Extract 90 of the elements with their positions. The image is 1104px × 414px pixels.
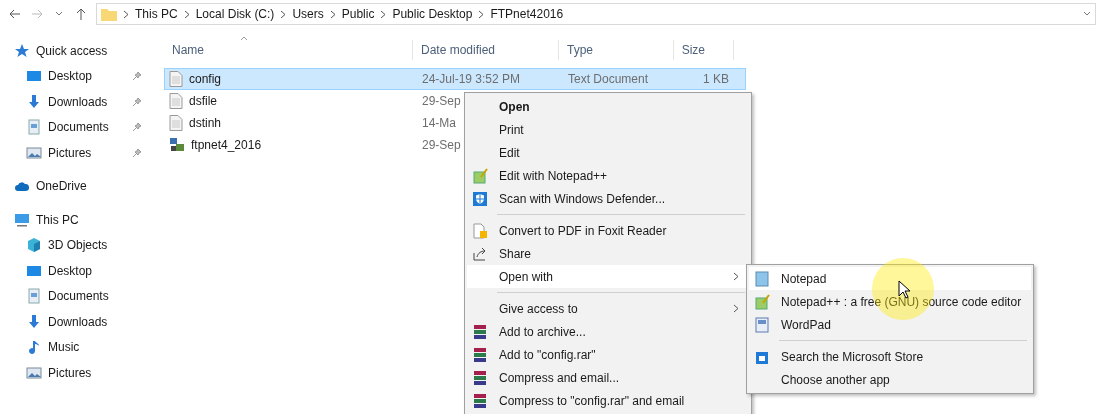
chevron-icon	[280, 9, 287, 19]
sidebar-item[interactable]: Documents	[0, 283, 150, 309]
notepad-icon	[754, 270, 770, 287]
file-row[interactable]: config 24-Jul-19 3:52 PM Text Document 1 KB	[164, 68, 746, 90]
type-cell-text: Text Document	[567, 72, 649, 86]
sidebar-item[interactable]: Desktop	[0, 63, 150, 89]
sidebar-item[interactable]: 3D Objects	[0, 232, 150, 258]
date-cell-text: 24-Jul-19 3:52 PM	[421, 72, 521, 86]
breadcrumb[interactable]: Local Disk (C:)	[195, 7, 275, 21]
computer-icon	[14, 211, 30, 228]
pictures-icon	[26, 144, 42, 161]
file-name: ftpnet4_2016	[165, 137, 262, 153]
menu-item[interactable]: Choose another app	[749, 368, 1031, 391]
wordpad-icon	[754, 316, 770, 333]
menu-item[interactable]: Compress to "config.rar" and email	[467, 389, 749, 412]
pdf-file-icon	[472, 222, 488, 239]
menu-item[interactable]: Print	[467, 118, 749, 141]
menu-item[interactable]: Notepad++ : a free (GNU) source code editor	[749, 290, 1031, 313]
menu-item[interactable]: Edit	[467, 141, 749, 164]
document-icon	[26, 119, 42, 136]
chevron-icon	[380, 9, 387, 19]
menu-item[interactable]: Compress and email...	[467, 366, 749, 389]
breadcrumb[interactable]: Public	[341, 7, 375, 21]
archive-books-icon	[472, 323, 488, 340]
breadcrumb[interactable]: FTPnet42016	[490, 7, 564, 21]
sort-caret-icon	[240, 36, 248, 41]
menu-item[interactable]: Edit with Notepad++	[467, 164, 749, 187]
column-header[interactable]: Size	[674, 40, 734, 60]
menu-item[interactable]: Add to "config.rar"	[467, 343, 749, 366]
file-name: dsfile	[165, 93, 217, 109]
date-cell-text: 14-Ma	[421, 116, 456, 130]
file-name: dstinh	[165, 115, 222, 131]
chevron-icon	[123, 9, 129, 19]
chevron-icon	[478, 9, 485, 19]
sidebar-item[interactable]: Downloads	[0, 309, 150, 335]
file-name: config	[165, 71, 222, 87]
sidebar-item[interactable]: Music	[0, 334, 150, 360]
column-header[interactable]: Type	[559, 40, 674, 60]
archive-books-icon	[472, 369, 488, 386]
date-cell-text: 29-Sep	[421, 138, 461, 152]
menu-item[interactable]: Open with	[467, 265, 749, 288]
sidebar-item[interactable]: Downloads	[0, 89, 150, 115]
up-arrow-icon[interactable]	[76, 8, 86, 20]
column-header[interactable]: Date modified	[413, 40, 559, 60]
pictures-icon	[26, 364, 42, 381]
music-note-icon	[26, 339, 42, 356]
text-file-icon	[169, 93, 183, 109]
notepad-plus-icon	[472, 167, 488, 184]
dropdown-caret-icon[interactable]	[1083, 11, 1091, 17]
notepad-plus-icon	[754, 293, 770, 310]
column-header[interactable]: Name	[164, 40, 413, 60]
sidebar-item[interactable]: Quick access	[0, 38, 150, 64]
network-app-icon	[169, 137, 185, 153]
sidebar-item[interactable]: Documents	[0, 114, 150, 140]
shield-icon	[472, 190, 488, 207]
chevron-icon	[183, 9, 190, 19]
breadcrumb[interactable]: Public Desktop	[392, 7, 473, 21]
download-arrow-icon	[26, 93, 42, 110]
menu-item[interactable]: Share	[467, 242, 749, 265]
menu-item[interactable]: Scan with Windows Defender...	[467, 187, 749, 210]
size-cell-text: 1 KB	[702, 72, 730, 86]
text-file-icon	[169, 115, 183, 131]
menu-item[interactable]: WordPad	[749, 313, 1031, 336]
sidebar-item[interactable]: OneDrive	[0, 173, 150, 199]
download-arrow-icon	[26, 313, 42, 330]
chevron-icon	[329, 9, 336, 19]
breadcrumb[interactable]: Users	[292, 7, 324, 21]
share-icon	[472, 245, 488, 262]
cube-icon	[26, 237, 42, 254]
menu-item[interactable]: Open	[467, 95, 749, 118]
sidebar-item[interactable]: Pictures	[0, 360, 150, 386]
sidebar-item[interactable]: Pictures	[0, 140, 150, 166]
archive-books-icon	[472, 392, 488, 409]
date-cell-text: 29-Sep	[421, 94, 461, 108]
sidebar-item[interactable]: Desktop	[0, 258, 150, 284]
menu-item[interactable]: Convert to PDF in Foxit Reader	[467, 219, 749, 242]
dropdown-caret-icon[interactable]	[55, 11, 63, 17]
menu-item[interactable]: Give access to	[467, 297, 749, 320]
breadcrumb[interactable]: This PC	[135, 7, 178, 21]
star-icon	[14, 42, 30, 59]
folder-icon	[101, 7, 117, 21]
address-bar[interactable]: This PC Local Disk (C:) Users Public Public Desktop FTPnet42016	[96, 3, 1096, 25]
back-arrow-icon[interactable]	[9, 9, 21, 19]
document-icon	[26, 288, 42, 305]
text-file-icon	[169, 71, 183, 87]
menu-item[interactable]: Notepad	[749, 267, 1031, 290]
sidebar-item[interactable]: This PC	[0, 207, 150, 233]
menu-item[interactable]: Add to archive...	[467, 320, 749, 343]
menu-item[interactable]: Search the Microsoft Store	[749, 345, 1031, 368]
archive-books-icon	[472, 346, 488, 363]
